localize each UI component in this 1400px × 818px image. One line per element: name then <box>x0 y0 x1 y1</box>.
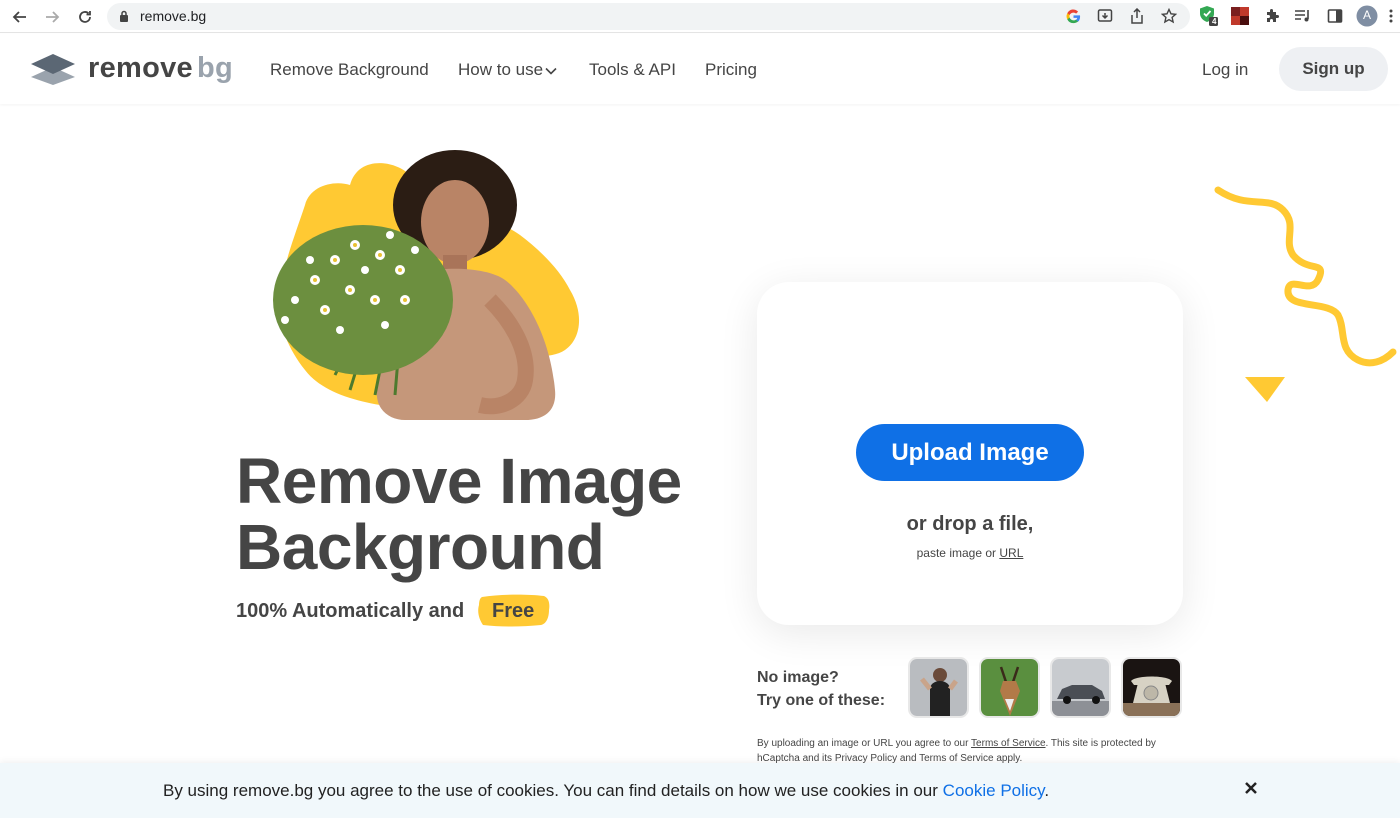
sample-thumb-car[interactable] <box>1050 657 1111 718</box>
forward-icon[interactable] <box>42 7 62 27</box>
shield-extension-icon[interactable]: 4 <box>1199 6 1219 26</box>
chevron-down-icon <box>545 67 557 75</box>
reload-icon[interactable] <box>75 7 95 27</box>
sample-thumb-telephone[interactable] <box>1121 657 1182 718</box>
logo[interactable]: remove bg <box>30 52 233 85</box>
color-extension-icon[interactable] <box>1230 6 1250 26</box>
terms-of-service-link[interactable]: Terms of Service <box>971 738 1045 749</box>
hero-illustration <box>273 150 580 420</box>
sample-thumb-woman[interactable] <box>908 657 969 718</box>
address-bar[interactable]: remove.bg <box>107 3 1190 30</box>
sample-prompt: No image? Try one of these: <box>757 669 886 709</box>
woman-sample-image <box>910 659 967 716</box>
cookie-policy-link[interactable]: Cookie Policy <box>943 781 1045 800</box>
bookmark-star-icon[interactable] <box>1160 7 1178 25</box>
hero-subtitle: 100% Automatically and <box>236 600 465 622</box>
lock-icon <box>119 10 129 28</box>
login-link[interactable]: Log in <box>1202 60 1248 80</box>
browser-toolbar: remove.bg 4 A <box>0 0 1400 33</box>
logo-layers-icon <box>31 53 75 85</box>
extension-badge: 4 <box>1212 17 1217 26</box>
yellow-triangle-shape <box>1245 377 1285 402</box>
url-text: remove.bg <box>140 8 207 24</box>
logo-text: remove bg <box>88 52 234 84</box>
antelope-sample-image <box>981 659 1038 716</box>
cookie-banner: By using remove.bg you agree to the use … <box>0 763 1400 818</box>
side-panel-icon[interactable] <box>1325 6 1345 26</box>
extensions-puzzle-icon[interactable] <box>1262 6 1282 26</box>
site-header: remove bg Remove Background How to use To… <box>0 34 1400 104</box>
nav-pricing[interactable]: Pricing <box>705 60 757 80</box>
nav-tools-api[interactable]: Tools & API <box>589 60 676 80</box>
signup-button[interactable]: Sign up <box>1279 47 1388 91</box>
install-app-icon[interactable] <box>1096 7 1114 25</box>
back-icon[interactable] <box>10 7 30 27</box>
nav-remove-background[interactable]: Remove Background <box>270 60 429 80</box>
profile-avatar[interactable]: A <box>1355 4 1379 28</box>
bouquet-shape <box>273 225 453 375</box>
squiggle-decoration <box>1214 186 1397 402</box>
share-icon[interactable] <box>1128 7 1146 25</box>
menu-dots-icon[interactable] <box>1384 6 1398 26</box>
google-icon[interactable] <box>1064 7 1082 25</box>
url-link[interactable]: URL <box>999 546 1023 560</box>
free-badge: Free <box>492 600 535 622</box>
media-controls-icon[interactable] <box>1293 6 1313 26</box>
cookie-text: By using remove.bg you agree to the use … <box>163 781 1050 800</box>
upload-image-button[interactable]: Upload Image <box>856 424 1084 481</box>
nav-how-to-use[interactable]: How to use <box>458 60 557 80</box>
sample-thumb-antelope[interactable] <box>979 657 1040 718</box>
hero-title: Remove Image Background <box>236 445 682 583</box>
upload-card[interactable]: Upload Image or drop a file, paste image… <box>757 282 1183 625</box>
telephone-sample-image <box>1123 659 1180 716</box>
drop-file-text: or drop a file, <box>906 513 1034 535</box>
paste-hint: paste image or URL <box>916 546 1024 560</box>
close-icon[interactable] <box>1240 777 1262 799</box>
profile-initial: A <box>1362 8 1371 22</box>
car-sample-image <box>1052 659 1109 716</box>
terms-notice: By uploading an image or URL you agree t… <box>757 738 1156 764</box>
